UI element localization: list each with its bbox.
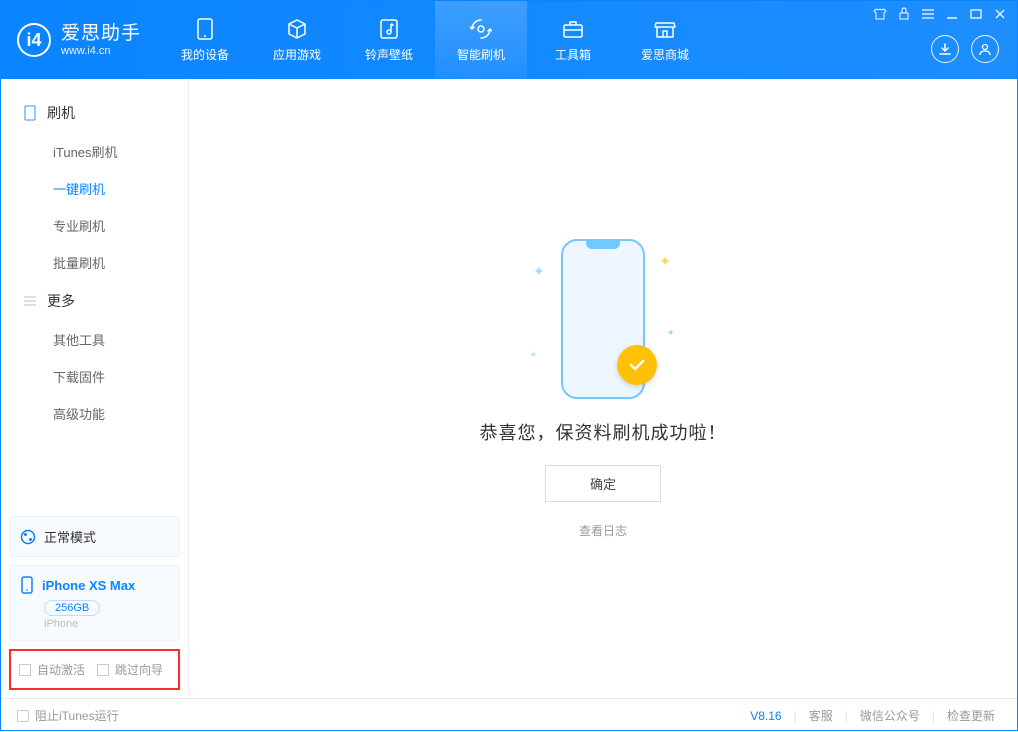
checkmark-badge-icon (617, 345, 657, 385)
device-type: iPhone (44, 618, 169, 630)
footer-link-support[interactable]: 客服 (803, 707, 839, 724)
sidebar-item-one-click-flash[interactable]: 一键刷机 (1, 170, 188, 207)
device-box[interactable]: iPhone XS Max 256GB iPhone (9, 565, 180, 641)
cube-icon (284, 18, 310, 40)
header-bar: i4 爱思助手 www.i4.cn 我的设备 应用游戏 铃声壁纸 智能刷机 工具… (1, 1, 1017, 79)
nav-label: 应用游戏 (273, 46, 321, 63)
checkbox-skip-guide[interactable]: 跳过向导 (97, 661, 163, 678)
music-icon (376, 18, 402, 40)
checkbox-icon (19, 664, 31, 676)
brand-url: www.i4.cn (61, 45, 141, 58)
nav-label: 铃声壁纸 (365, 46, 413, 63)
lock-icon[interactable] (897, 7, 911, 21)
ok-button[interactable]: 确定 (545, 465, 661, 502)
sidebar-item-pro-flash[interactable]: 专业刷机 (1, 207, 188, 244)
refresh-shield-icon (468, 18, 494, 40)
user-button[interactable] (971, 35, 999, 63)
mode-box[interactable]: 正常模式 (9, 516, 180, 557)
top-nav: 我的设备 应用游戏 铃声壁纸 智能刷机 工具箱 爱思商城 (159, 1, 711, 79)
sparkle-icon: ✦ (659, 253, 671, 270)
sparkle-icon: ✦ (667, 328, 675, 339)
sidebar-section-more: 更多 (1, 281, 188, 321)
nav-my-device[interactable]: 我的设备 (159, 1, 251, 79)
nav-apps-games[interactable]: 应用游戏 (251, 1, 343, 79)
checkbox-icon (97, 664, 109, 676)
maximize-button[interactable] (969, 7, 983, 21)
nav-label: 爱思商城 (641, 46, 689, 63)
nav-smart-flash[interactable]: 智能刷机 (435, 1, 527, 79)
checkbox-icon (17, 710, 29, 722)
success-message: 恭喜您，保资料刷机成功啦！ (480, 419, 727, 445)
window-controls (873, 7, 1007, 21)
checkbox-label: 自动激活 (37, 661, 85, 678)
nav-ringtones-wallpapers[interactable]: 铃声壁纸 (343, 1, 435, 79)
app-logo: i4 爱思助手 www.i4.cn (1, 1, 159, 79)
device-name: iPhone XS Max (42, 578, 135, 593)
menu-icon[interactable] (921, 7, 935, 21)
nav-store[interactable]: 爱思商城 (619, 1, 711, 79)
briefcase-icon (560, 18, 586, 40)
device-capacity: 256GB (44, 600, 100, 616)
view-log-link[interactable]: 查看日志 (579, 522, 627, 539)
success-illustration: ✦ ✦ ✦ ✦ (533, 239, 673, 399)
device-outline-icon (23, 106, 37, 120)
close-button[interactable] (993, 7, 1007, 21)
sidebar-item-download-firmware[interactable]: 下载固件 (1, 358, 188, 395)
minimize-button[interactable] (945, 7, 959, 21)
shirt-icon[interactable] (873, 7, 887, 21)
nav-label: 工具箱 (555, 46, 591, 63)
download-button[interactable] (931, 35, 959, 63)
sidebar-item-advanced[interactable]: 高级功能 (1, 395, 188, 432)
sidebar: 刷机 iTunes刷机 一键刷机 专业刷机 批量刷机 更多 其他工具 下载固件 … (1, 79, 189, 698)
checkbox-label: 阻止iTunes运行 (35, 707, 119, 724)
sidebar-section-flash: 刷机 (1, 93, 188, 133)
sidebar-item-other-tools[interactable]: 其他工具 (1, 321, 188, 358)
nav-label: 智能刷机 (457, 46, 505, 63)
mode-label: 正常模式 (44, 527, 96, 546)
more-lines-icon (23, 294, 37, 308)
version-label: V8.16 (750, 709, 781, 723)
sparkle-icon: ✦ (529, 350, 537, 361)
brand-name: 爱思助手 (61, 23, 141, 45)
footer-link-check-update[interactable]: 检查更新 (941, 707, 1001, 724)
sidebar-item-itunes-flash[interactable]: iTunes刷机 (1, 133, 188, 170)
sparkle-icon: ✦ (533, 263, 545, 280)
device-icon (20, 576, 34, 594)
nav-toolbox[interactable]: 工具箱 (527, 1, 619, 79)
section-label: 刷机 (47, 103, 75, 123)
mode-icon (20, 529, 36, 545)
checkbox-label: 跳过向导 (115, 661, 163, 678)
checkbox-auto-activate[interactable]: 自动激活 (19, 661, 85, 678)
store-icon (652, 18, 678, 40)
checkbox-block-itunes[interactable]: 阻止iTunes运行 (17, 707, 119, 724)
logo-icon: i4 (17, 23, 51, 57)
options-highlight-box: 自动激活 跳过向导 (9, 649, 180, 690)
section-label: 更多 (47, 291, 75, 311)
main-panel: ✦ ✦ ✦ ✦ 恭喜您，保资料刷机成功啦！ 确定 查看日志 (189, 79, 1017, 698)
sidebar-item-batch-flash[interactable]: 批量刷机 (1, 244, 188, 281)
footer-bar: 阻止iTunes运行 V8.16 | 客服 | 微信公众号 | 检查更新 (1, 698, 1017, 732)
phone-icon (192, 18, 218, 40)
nav-label: 我的设备 (181, 46, 229, 63)
footer-link-wechat[interactable]: 微信公众号 (854, 707, 926, 724)
